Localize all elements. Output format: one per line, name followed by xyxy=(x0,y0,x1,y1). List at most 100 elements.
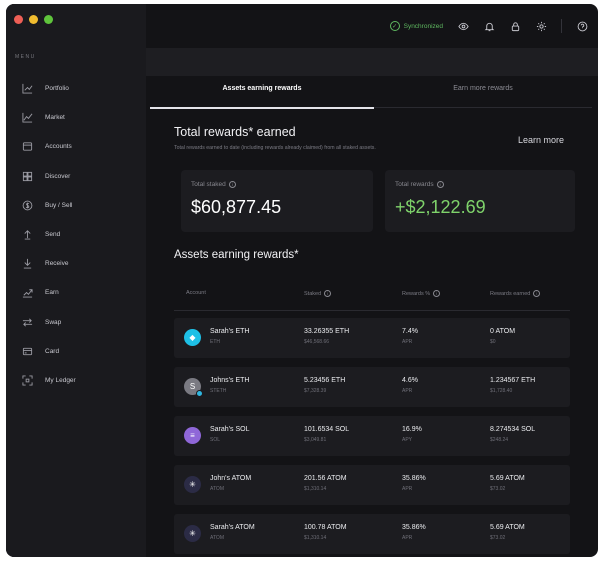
account-name: Sarah's ETH xyxy=(210,328,250,335)
earn-chart-icon xyxy=(22,287,33,298)
rewards-rate: 16.9% xyxy=(402,426,422,433)
info-icon: i xyxy=(324,290,332,297)
assets-table-header: Account Staked i Rewards % i Rewards earne… xyxy=(174,281,570,311)
staked-amount: 100.78 ATOM xyxy=(304,524,347,531)
arrow-down-icon xyxy=(22,258,33,269)
sidebar-item-portfolio[interactable]: Portfolio xyxy=(6,74,146,103)
window-controls xyxy=(14,15,53,24)
maximize-window-button[interactable] xyxy=(44,15,53,24)
staked-amount: 201.56 ATOM xyxy=(304,475,347,482)
rewards-earned: 8.274534 SOL xyxy=(490,426,536,433)
sidebar-item-label: Send xyxy=(45,231,61,239)
sidebar-item-label: Earn xyxy=(45,289,59,297)
account-name: John's ATOM xyxy=(210,475,252,482)
sidebar-item-buy-sell[interactable]: Buy / Sell xyxy=(6,191,146,220)
total-staked-label: Total staked xyxy=(191,181,226,188)
sidebar-item-label: Discover xyxy=(45,172,71,180)
tab-bar: Assets earning rewards Earn more rewards xyxy=(150,72,592,109)
staked-amount: 5.23456 ETH xyxy=(304,377,346,384)
sidebar-nav: Portfolio Market Accounts Discover Buy /… xyxy=(6,74,146,395)
total-staked-card: Total staked i $60,877.45 xyxy=(181,170,373,232)
rewards-earned: 0 ATOM xyxy=(490,328,516,335)
rewards-rate-type: APR xyxy=(402,388,413,394)
ledger-icon xyxy=(22,375,33,386)
table-row[interactable]: ≡ Sarah's SOL SOL 101.6534 SOL $3,049.81 16.9… xyxy=(174,416,570,456)
rewards-earned: 5.69 ATOM xyxy=(490,524,525,531)
total-rewards-label: Total rewards xyxy=(395,181,434,188)
staked-fiat: $1,310.14 xyxy=(304,486,327,492)
column-header-label: Rewards % xyxy=(402,290,431,297)
steth-icon: S xyxy=(184,378,203,397)
coin-glyph: ◆ xyxy=(189,333,196,342)
info-icon[interactable]: i xyxy=(228,181,236,188)
staked-fiat: $1,310.14 xyxy=(304,535,327,541)
info-icon[interactable]: i xyxy=(436,181,444,188)
sidebar-item-label: Market xyxy=(45,114,65,122)
column-header-account[interactable]: Account xyxy=(186,290,206,296)
sidebar-item-swap[interactable]: Swap xyxy=(6,308,146,337)
sync-status[interactable]: ✓ Synchronized xyxy=(389,21,443,31)
help-icon[interactable] xyxy=(576,20,588,32)
table-row[interactable]: ◆ Sarah's ETH ETH 33.26355 ETH $46,568.66 7.4… xyxy=(174,318,570,358)
column-header-label: Rewards earned xyxy=(490,290,531,297)
total-staked-label-wrap: Total staked i xyxy=(191,181,236,188)
wallet-icon xyxy=(22,141,33,152)
sync-status-label: Synchronized xyxy=(403,22,443,30)
market-trend-icon xyxy=(22,112,33,123)
staked-amount: 33.26355 ETH xyxy=(304,328,350,335)
tab-earn-more-rewards[interactable]: Earn more rewards xyxy=(374,85,592,92)
rewards-earned-fiat: $248.24 xyxy=(490,437,509,443)
eye-icon[interactable] xyxy=(457,20,469,32)
cosmos-atom-icon: ✳ xyxy=(184,476,201,493)
column-header-rewards-earned[interactable]: Rewards earned i xyxy=(490,290,541,297)
total-rewards-value: +$2,122.69 xyxy=(395,197,486,217)
table-row[interactable]: ✳ John's ATOM ATOM 201.56 ATOM $1,310.14 35.8… xyxy=(174,465,570,505)
minimize-window-button[interactable] xyxy=(29,15,38,24)
rewards-title: Total rewards* earned xyxy=(174,125,296,139)
sidebar-item-send[interactable]: Send xyxy=(6,220,146,249)
column-header-staked[interactable]: Staked i xyxy=(304,290,332,297)
coin-glyph: ≡ xyxy=(190,431,195,440)
account-ticker: ATOM xyxy=(210,486,224,492)
rewards-rate-type: APR xyxy=(402,486,413,492)
sidebar: MENU Portfolio Market Accounts Discover … xyxy=(6,4,146,557)
bell-icon[interactable] xyxy=(483,20,495,32)
total-rewards-card: Total rewards i +$2,122.69 xyxy=(385,170,575,232)
account-ticker: STETH xyxy=(210,388,227,394)
rewards-earned-fiat: $73.02 xyxy=(490,535,506,541)
sidebar-item-market[interactable]: Market xyxy=(6,103,146,132)
sidebar-item-accounts[interactable]: Accounts xyxy=(6,132,146,161)
staked-amount: 101.6534 SOL xyxy=(304,426,350,433)
eth-network-badge-icon xyxy=(196,390,203,397)
total-rewards-label-wrap: Total rewards i xyxy=(395,181,444,188)
sidebar-item-label: Card xyxy=(45,347,60,355)
sidebar-item-earn[interactable]: Earn xyxy=(6,278,146,307)
sidebar-item-label: Accounts xyxy=(45,143,72,151)
sidebar-item-my-ledger[interactable]: My Ledger xyxy=(6,366,146,395)
sidebar-item-receive[interactable]: Receive xyxy=(6,249,146,278)
account-name: Johns's ETH xyxy=(210,377,250,384)
swap-arrows-icon xyxy=(22,317,33,328)
table-row[interactable]: ✳ Sarah's ATOM ATOM 100.78 ATOM $1,310.14 35.… xyxy=(174,514,570,554)
menu-label: MENU xyxy=(15,54,36,60)
sidebar-item-card[interactable]: Card xyxy=(6,337,146,366)
cosmos-atom-icon: ✳ xyxy=(184,525,201,542)
account-ticker: ETH xyxy=(210,339,220,345)
account-name: Sarah's SOL xyxy=(210,426,250,433)
assets-section-title: Assets earning rewards* xyxy=(174,249,299,261)
rewards-rate-type: APR xyxy=(402,339,413,345)
column-header-rewards-percent[interactable]: Rewards % i xyxy=(402,290,441,297)
table-row[interactable]: S Johns's ETH STETH 5.23456 ETH $7,328.39 4.6… xyxy=(174,367,570,407)
dollar-circle-icon xyxy=(22,200,33,211)
account-ticker: ATOM xyxy=(210,535,224,541)
settings-gear-icon[interactable] xyxy=(535,20,547,32)
close-window-button[interactable] xyxy=(14,15,23,24)
tab-assets-earning-rewards[interactable]: Assets earning rewards xyxy=(150,85,374,92)
account-ticker: SOL xyxy=(210,437,221,443)
rewards-earned: 1.234567 ETH xyxy=(490,377,536,384)
lock-icon[interactable] xyxy=(509,20,521,32)
sidebar-item-discover[interactable]: Discover xyxy=(6,162,146,191)
staked-fiat: $7,328.39 xyxy=(304,388,327,394)
rewards-rate-type: APR xyxy=(402,535,413,541)
learn-more-link[interactable]: Learn more xyxy=(518,135,564,145)
